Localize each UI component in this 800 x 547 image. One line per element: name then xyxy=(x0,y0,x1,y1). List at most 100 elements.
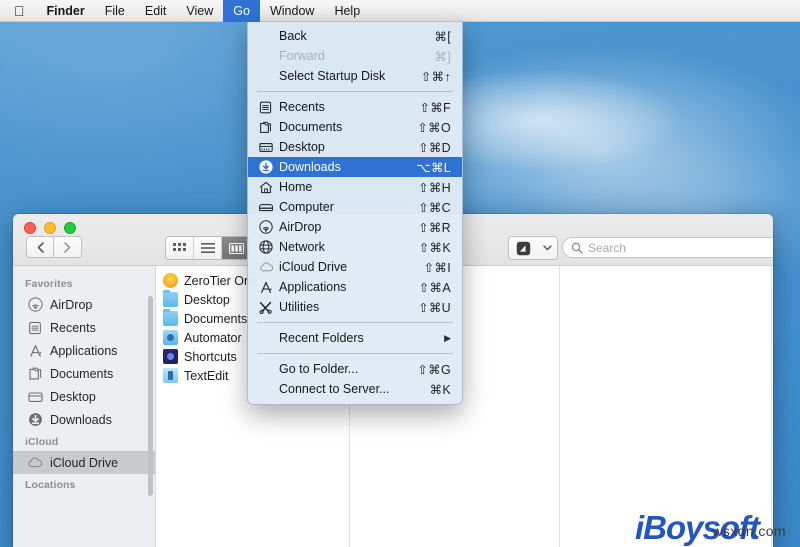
menu-option-label: Desktop xyxy=(277,140,418,154)
shortcuts-icon xyxy=(163,349,178,364)
menu-item-finder[interactable]: Finder xyxy=(37,0,95,22)
menu-item-edit[interactable]: Edit xyxy=(135,0,177,22)
sidebar-item-airdrop[interactable]: AirDrop xyxy=(13,293,155,316)
menu-option-label: Recents xyxy=(277,100,419,114)
watermark-site: wsxdn.com xyxy=(712,520,786,539)
folder-icon xyxy=(163,311,178,326)
forward-button[interactable] xyxy=(54,236,82,258)
file-name: TextEdit xyxy=(184,369,228,383)
menu-option-shortcut: ⌘[ xyxy=(434,29,451,44)
sidebar-item-label: Recents xyxy=(50,321,96,335)
menu-option-label: Recent Folders xyxy=(277,331,444,345)
menu-option-label: AirDrop xyxy=(277,220,418,234)
menu-option-recent-folders[interactable]: Recent Folders ▶ xyxy=(248,328,462,348)
menu-option-home[interactable]: Home ⇧⌘H xyxy=(248,177,462,197)
minimize-button[interactable] xyxy=(44,222,56,234)
menu-option-utilities[interactable]: Utilities ⇧⌘U xyxy=(248,297,462,317)
go-menu-dropdown: Back ⌘[ Forward ⌘] Select Startup Disk ⇧… xyxy=(247,22,463,405)
sidebar-scrollbar[interactable] xyxy=(148,296,153,496)
menu-separator xyxy=(257,91,453,92)
sidebar-item-downloads[interactable]: Downloads xyxy=(13,408,155,431)
menu-option-applications[interactable]: Applications ⇧⌘A xyxy=(248,277,462,297)
menu-separator xyxy=(257,322,453,323)
zerotier-icon xyxy=(163,273,178,288)
menu-item-view[interactable]: View xyxy=(176,0,223,22)
menu-option-shortcut: ⇧⌘↑ xyxy=(421,69,451,84)
menu-option-label: iCloud Drive xyxy=(277,260,424,274)
menu-option-label: Documents xyxy=(277,120,417,134)
documents-icon xyxy=(27,366,43,382)
menu-option-back[interactable]: Back ⌘[ xyxy=(248,26,462,46)
sidebar-item-label: AirDrop xyxy=(50,298,92,312)
menu-option-recents[interactable]: Recents ⇧⌘F xyxy=(248,97,462,117)
sidebar-item-label: Documents xyxy=(50,367,113,381)
applications-icon xyxy=(27,343,43,359)
menu-option-label: Utilities xyxy=(277,300,418,314)
action-menu-icon xyxy=(509,237,537,259)
search-icon xyxy=(571,242,583,254)
menu-option-label: Computer xyxy=(277,200,418,214)
menu-option-shortcut: ⇧⌘I xyxy=(424,260,451,275)
menu-option-label: Applications xyxy=(277,280,419,294)
downloads-icon xyxy=(27,412,43,428)
automator-icon xyxy=(163,330,178,345)
search-input[interactable]: Search xyxy=(562,237,773,258)
action-menu-button[interactable] xyxy=(508,236,558,260)
icloud-drive-icon xyxy=(259,262,277,272)
menu-option-downloads[interactable]: Downloads ⌥⌘L xyxy=(248,157,462,177)
desktop-icon xyxy=(259,142,277,153)
recents-icon xyxy=(259,101,277,114)
menu-option-shortcut: ⌥⌘L xyxy=(416,160,451,175)
menu-option-shortcut: ⇧⌘F xyxy=(419,100,451,115)
sidebar-item-icloud-drive[interactable]: iCloud Drive xyxy=(13,451,155,474)
menu-option-computer[interactable]: Computer ⇧⌘C xyxy=(248,197,462,217)
menu-option-shortcut: ⌘K xyxy=(430,382,451,397)
menu-option-icloud-drive[interactable]: iCloud Drive ⇧⌘I xyxy=(248,257,462,277)
menu-option-network[interactable]: Network ⇧⌘K xyxy=(248,237,462,257)
menu-separator xyxy=(257,353,453,354)
menu-option-shortcut: ⇧⌘H xyxy=(418,180,451,195)
menu-option-airdrop[interactable]: AirDrop ⇧⌘R xyxy=(248,217,462,237)
menu-option-connect-to-server[interactable]: Connect to Server... ⌘K xyxy=(248,379,462,399)
sidebar-section-icloud-header: iCloud xyxy=(13,431,155,451)
menu-item-help[interactable]: Help xyxy=(324,0,370,22)
file-name: Desktop xyxy=(184,293,230,307)
chevron-down-icon xyxy=(537,237,557,259)
maximize-button[interactable] xyxy=(64,222,76,234)
sidebar-item-label: iCloud Drive xyxy=(50,456,118,470)
menu-item-file[interactable]: File xyxy=(95,0,135,22)
menu-option-shortcut: ⇧⌘U xyxy=(418,300,451,315)
menu-option-documents[interactable]: Documents ⇧⌘O xyxy=(248,117,462,137)
menu-option-select-startup-disk[interactable]: Select Startup Disk ⇧⌘↑ xyxy=(248,66,462,86)
sidebar-item-recents[interactable]: Recents xyxy=(13,316,155,339)
airdrop-icon xyxy=(27,297,43,313)
menu-option-label: Go to Folder... xyxy=(277,362,417,376)
computer-icon xyxy=(259,202,277,213)
airdrop-icon xyxy=(259,220,277,234)
desktop-icon xyxy=(27,389,43,405)
menu-item-window[interactable]: Window xyxy=(260,0,324,22)
back-button[interactable] xyxy=(26,236,54,258)
close-button[interactable] xyxy=(24,222,36,234)
sidebar-item-documents[interactable]: Documents xyxy=(13,362,155,385)
list-view-button[interactable] xyxy=(194,237,222,259)
network-icon xyxy=(259,240,277,254)
sidebar-item-desktop[interactable]: Desktop xyxy=(13,385,155,408)
finder-column-3 xyxy=(560,266,772,547)
column-view-button[interactable] xyxy=(222,237,250,259)
icon-view-button[interactable] xyxy=(166,237,194,259)
menu-option-go-to-folder[interactable]: Go to Folder... ⇧⌘G xyxy=(248,359,462,379)
sidebar-item-applications[interactable]: Applications xyxy=(13,339,155,362)
menu-item-go[interactable]: Go xyxy=(223,0,260,22)
applications-icon xyxy=(259,281,277,294)
file-name: Automator xyxy=(184,331,242,345)
recents-icon xyxy=(27,320,43,336)
folder-icon xyxy=(163,292,178,307)
menu-option-label: Downloads xyxy=(277,160,416,174)
apple-logo-icon[interactable]:  xyxy=(0,0,37,22)
view-mode-segmented-control xyxy=(165,236,251,260)
finder-sidebar: Favorites AirDrop xyxy=(13,266,156,547)
menu-option-shortcut: ⌘] xyxy=(434,49,451,64)
window-controls xyxy=(24,222,76,234)
menu-option-desktop[interactable]: Desktop ⇧⌘D xyxy=(248,137,462,157)
